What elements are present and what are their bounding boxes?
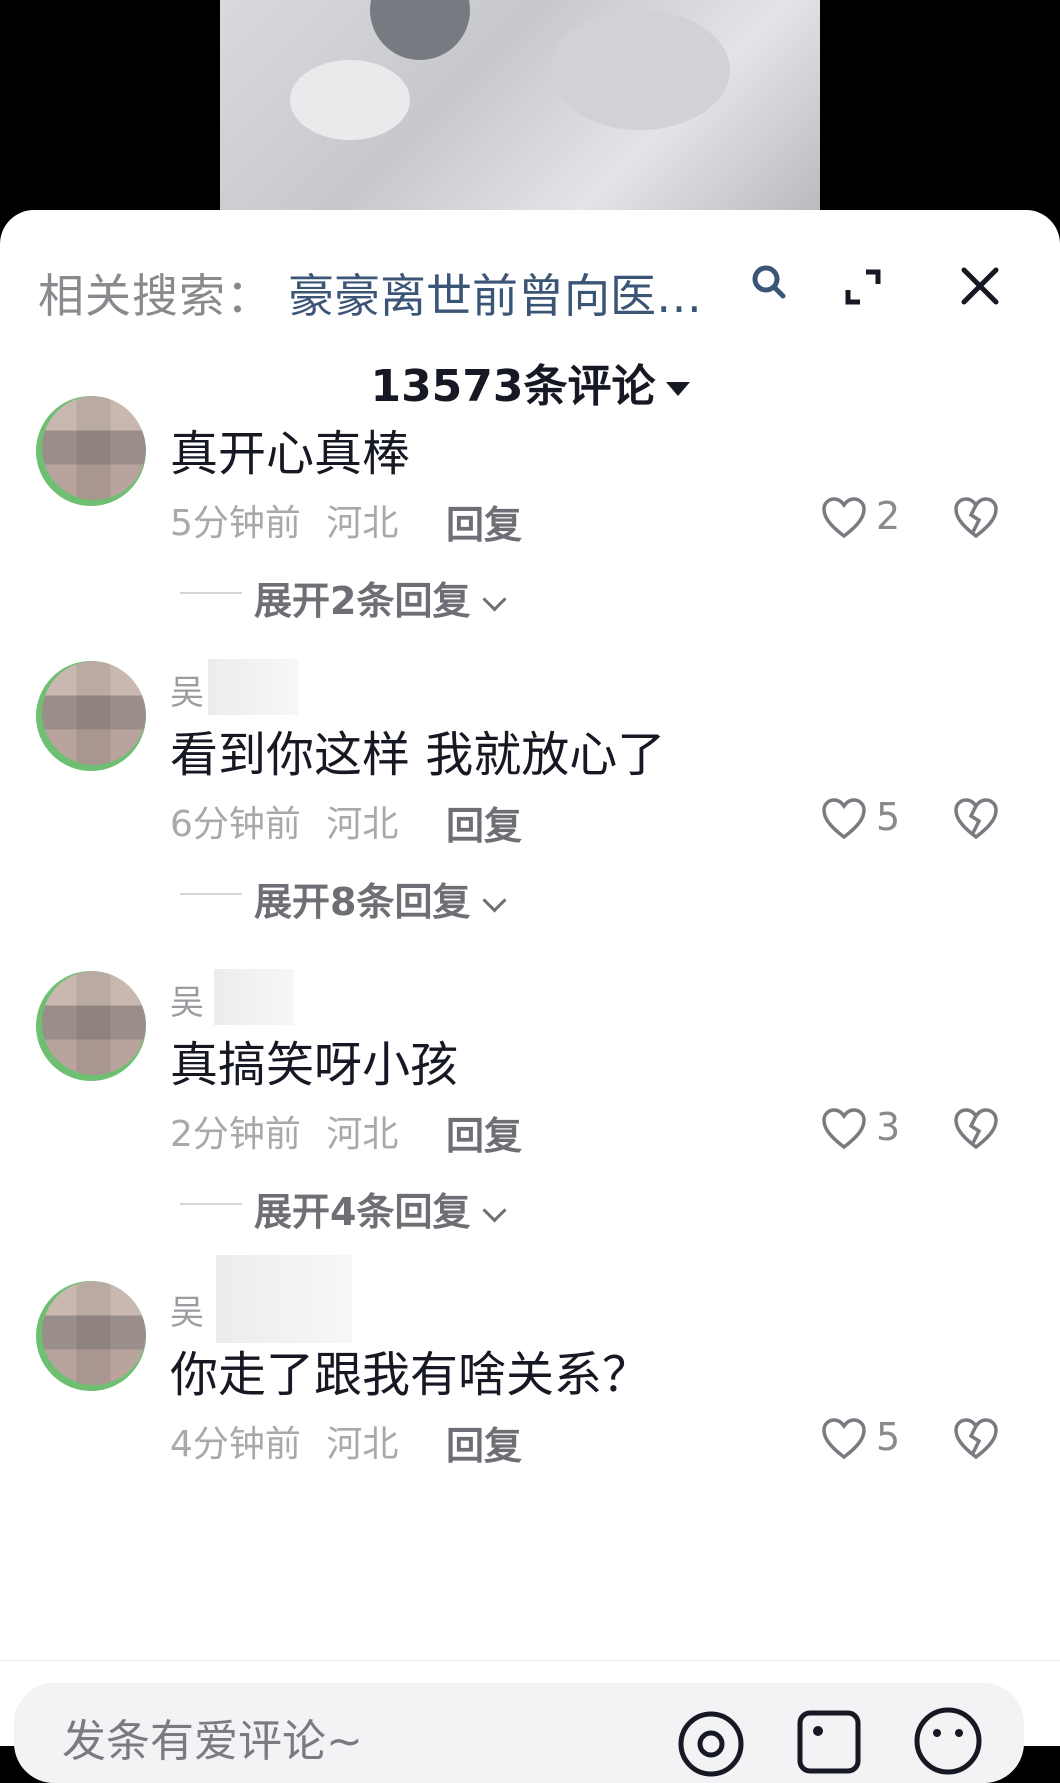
caret-down-icon — [665, 382, 690, 396]
username-blur — [216, 1255, 352, 1343]
comment-username[interactable]: 吴 — [170, 665, 204, 714]
expand-replies-label: 展开2条回复 — [254, 579, 471, 623]
comment-composer-bar: 发条有爱评论~ — [0, 1660, 1060, 1783]
like-count: 5 — [876, 795, 901, 839]
username-blur — [214, 969, 294, 1025]
comment-item: 吴 你走了跟我有啥关系？ 4分钟前 河北 回复 5 — [0, 1255, 1060, 1605]
comment-input[interactable]: 发条有爱评论~ — [14, 1683, 1024, 1783]
comment-sheet: 相关搜索： 豪豪离世前曾向医… 13573条评论 真开心真棒 5分钟前 河北 回… — [0, 210, 1060, 1783]
comment-username[interactable]: 吴 — [170, 975, 204, 1024]
reply-button[interactable]: 回复 — [446, 494, 522, 549]
at-icon[interactable] — [676, 1709, 746, 1779]
comment-meta: 2分钟前 河北 — [170, 1105, 398, 1157]
broken-heart-icon[interactable] — [952, 496, 1000, 540]
video-thumbnail — [220, 0, 820, 215]
chevron-down-icon — [482, 888, 507, 913]
divider — [180, 1203, 242, 1205]
comment-location: 河北 — [326, 1114, 399, 1155]
divider — [180, 592, 242, 594]
expand-replies-button[interactable]: 展开8条回复 — [254, 871, 507, 926]
comment-location: 河北 — [326, 804, 399, 845]
comment-text: 真开心真棒 — [170, 426, 411, 482]
broken-heart-icon[interactable] — [952, 797, 1000, 841]
related-search-label: 相关搜索： — [38, 269, 273, 323]
like-count: 5 — [876, 1415, 901, 1459]
avatar[interactable] — [36, 661, 146, 771]
comment-text: 看到你这样 我就放心了 — [170, 727, 666, 783]
like-count: 3 — [876, 1105, 901, 1149]
comment-meta: 6分钟前 河北 — [170, 795, 398, 847]
image-icon[interactable] — [796, 1709, 862, 1775]
comment-meta: 4分钟前 河北 — [170, 1415, 398, 1467]
video-preview[interactable] — [0, 0, 1060, 215]
search-icon[interactable] — [746, 260, 792, 306]
expand-replies-button[interactable]: 展开4条回复 — [254, 1181, 507, 1236]
reply-button[interactable]: 回复 — [446, 1415, 522, 1470]
heart-icon[interactable] — [820, 496, 868, 540]
related-search-query[interactable]: 豪豪离世前曾向医… — [288, 260, 778, 326]
comment-item: 吴 真搞笑呀小孩 2分钟前 河北 回复 3 展开4条回复 — [0, 969, 1060, 1295]
reply-button[interactable]: 回复 — [446, 1105, 522, 1160]
expand-replies-label: 展开4条回复 — [254, 1190, 471, 1234]
heart-icon[interactable] — [820, 1417, 868, 1461]
broken-heart-icon[interactable] — [952, 1107, 1000, 1151]
comment-location: 河北 — [326, 503, 399, 544]
broken-heart-icon[interactable] — [952, 1417, 1000, 1461]
close-icon[interactable] — [958, 264, 1002, 308]
comment-text: 真搞笑呀小孩 — [170, 1037, 459, 1093]
comment-text: 你走了跟我有啥关系？ — [170, 1347, 651, 1403]
comment-location: 河北 — [326, 1424, 399, 1465]
chevron-down-icon — [482, 1198, 507, 1223]
chevron-down-icon — [482, 587, 507, 612]
comment-time: 4分钟前 — [170, 1424, 301, 1465]
comment-time: 5分钟前 — [170, 503, 301, 544]
expand-replies-label: 展开8条回复 — [254, 880, 471, 924]
comment-username[interactable]: 吴 — [170, 1285, 204, 1334]
comment-input-placeholder: 发条有爱评论~ — [62, 1716, 363, 1767]
related-search-bar[interactable]: 相关搜索： 豪豪离世前曾向医… — [38, 252, 1028, 323]
emoji-icon[interactable] — [912, 1705, 984, 1777]
avatar[interactable] — [36, 971, 146, 1081]
heart-icon[interactable] — [820, 1107, 868, 1151]
like-count: 2 — [876, 494, 901, 538]
heart-icon[interactable] — [820, 797, 868, 841]
divider — [180, 893, 242, 895]
comment-meta: 5分钟前 河北 — [170, 494, 398, 546]
fullscreen-icon[interactable] — [838, 262, 888, 312]
username-blur — [208, 659, 298, 715]
avatar[interactable] — [36, 1281, 146, 1391]
comment-item: 吴 看到你这样 我就放心了 6分钟前 河北 回复 5 展开8条回复 — [0, 659, 1060, 985]
comment-time: 6分钟前 — [170, 804, 301, 845]
avatar[interactable] — [36, 396, 146, 506]
reply-button[interactable]: 回复 — [446, 795, 522, 850]
expand-replies-button[interactable]: 展开2条回复 — [254, 570, 507, 625]
comment-time: 2分钟前 — [170, 1114, 301, 1155]
